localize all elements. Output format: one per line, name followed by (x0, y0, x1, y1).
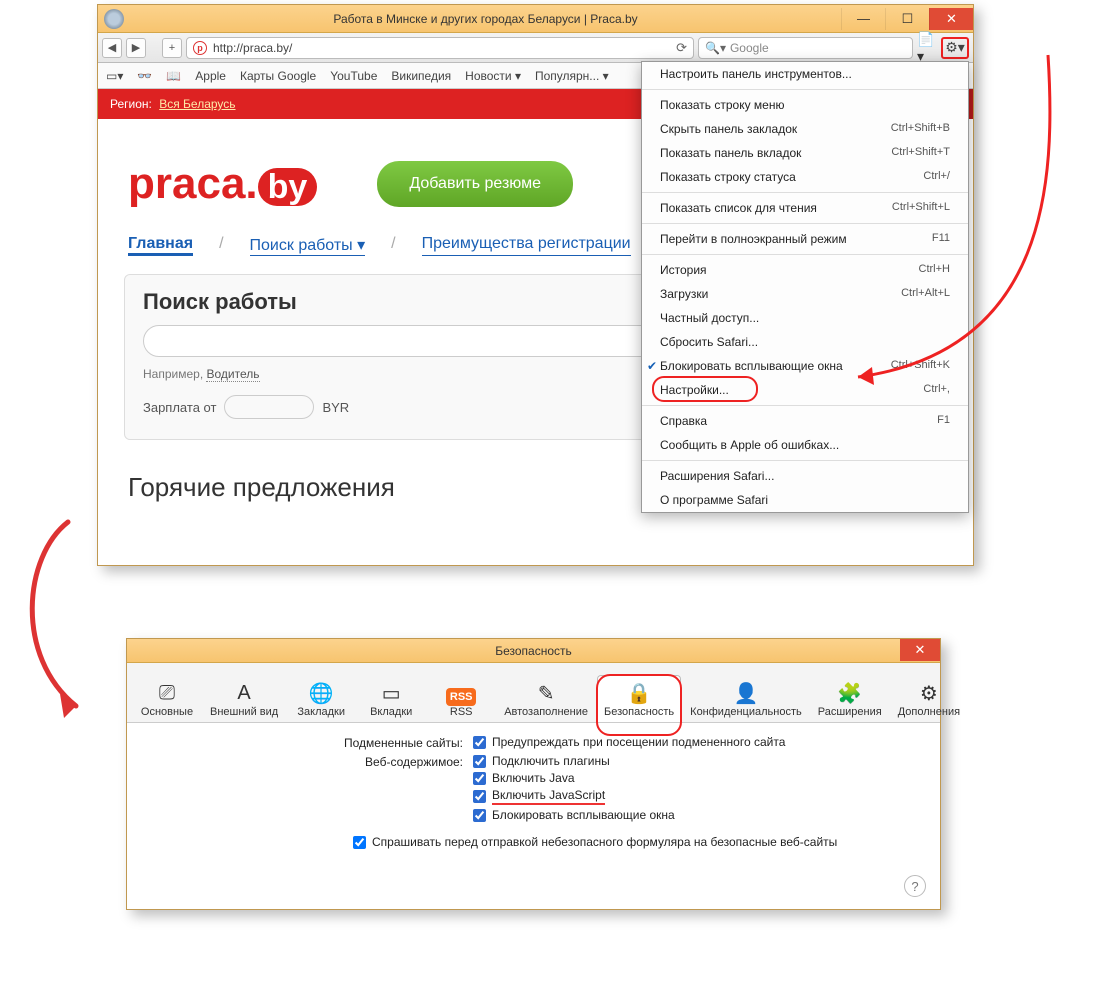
pref-opt-javascript[interactable]: Включить JavaScript (473, 788, 675, 805)
window-controls: — ☐ ✕ (841, 8, 973, 30)
window-close-button[interactable]: ✕ (929, 8, 973, 30)
url-text: http://praca.by/ (213, 41, 292, 55)
example-link[interactable]: Водитель (206, 367, 259, 382)
add-resume-button[interactable]: Добавить резюме (377, 161, 573, 207)
add-bookmark-button[interactable]: + (162, 38, 182, 58)
bookmarks-icon[interactable]: ▭▾ (106, 69, 123, 83)
pref-close-button[interactable]: ✕ (900, 639, 940, 661)
salary-input[interactable] (224, 395, 314, 419)
bookmark-item[interactable]: Apple (195, 69, 226, 83)
nav-main[interactable]: Главная (128, 235, 193, 256)
pref-tab-безопасность[interactable]: 🔒Безопасность (597, 675, 681, 722)
menu-item[interactable]: ✔Блокировать всплывающие окнаCtrl+Shift+… (642, 354, 968, 378)
reading-list-icon[interactable]: 👓 (137, 69, 152, 83)
pref-tab-rss[interactable]: RSSRSS (427, 683, 495, 722)
window-title: Работа в Минске и других городах Беларус… (130, 12, 841, 26)
safari-browser-window: Работа в Минске и других городах Беларус… (97, 4, 974, 566)
browser-toolbar: ◀ ▶ + p http://praca.by/ ⟳ 🔍▾ Google 📄▾ … (98, 33, 973, 63)
salary-label: Зарплата от (143, 400, 216, 415)
pref-label-forged: Подмененные сайты: (153, 735, 473, 750)
pref-titlebar: Безопасность ✕ (127, 639, 940, 663)
search-placeholder: Google (730, 41, 769, 55)
safari-preferences-window: Безопасность ✕ ⎚ОсновныеAВнешний вид🌐Зак… (126, 638, 941, 910)
menu-item[interactable]: ЗагрузкиCtrl+Alt+L (642, 282, 968, 306)
menu-item[interactable]: Скрыть панель закладокCtrl+Shift+B (642, 117, 968, 141)
window-minimize-button[interactable]: — (841, 8, 885, 30)
page-menu-icon[interactable]: 📄▾ (917, 38, 937, 58)
menu-item[interactable]: Настройки...Ctrl+, (642, 378, 968, 402)
site-logo[interactable]: praca.by (128, 159, 317, 209)
menu-item[interactable]: Показать список для чтенияCtrl+Shift+L (642, 196, 968, 220)
pref-label-webcontent: Веб-содержимое: (153, 754, 473, 769)
region-value: Вся Беларусь (159, 97, 235, 111)
menu-item[interactable]: Показать строку статусаCtrl+/ (642, 165, 968, 189)
window-titlebar: Работа в Минске и других городах Беларус… (98, 5, 973, 33)
search-bar[interactable]: 🔍▾ Google (698, 37, 913, 59)
menu-item[interactable]: СправкаF1 (642, 409, 968, 433)
bookmark-item[interactable]: Википедия (391, 69, 451, 83)
address-bar[interactable]: p http://praca.by/ ⟳ (186, 37, 694, 59)
pref-title-text: Безопасность (495, 644, 572, 658)
bookmarks-panel-icon[interactable]: 📖 (166, 69, 181, 83)
nav-search-jobs[interactable]: Поиск работы ▾ (250, 235, 366, 256)
help-button[interactable]: ? (904, 875, 926, 897)
gear-settings-button[interactable]: ⚙▾ (941, 37, 969, 59)
menu-item[interactable]: О программе Safari (642, 488, 968, 512)
gear-dropdown-menu: Настроить панель инструментов... Показать… (641, 61, 969, 513)
bookmark-item[interactable]: Карты Google (240, 69, 316, 83)
menu-item[interactable]: Сбросить Safari... (642, 330, 968, 354)
pref-tab-расширения[interactable]: 🧩Расширения (811, 675, 889, 722)
pref-tab-основные[interactable]: ⎚Основные (133, 675, 201, 722)
pref-tab-конфиденциальность[interactable]: 👤Конфиденциальность (683, 675, 809, 722)
bookmark-item[interactable]: YouTube (330, 69, 377, 83)
pref-opt-warn-forged[interactable]: Предупреждать при посещении подмененного… (473, 735, 785, 749)
pref-tab-закладки[interactable]: 🌐Закладки (287, 675, 355, 722)
pref-tab-дополнения[interactable]: ⚙Дополнения (891, 675, 967, 722)
pref-tab-внешний вид[interactable]: AВнешний вид (203, 675, 285, 722)
menu-item[interactable]: Показать панель вкладокCtrl+Shift+T (642, 141, 968, 165)
reload-icon[interactable]: ⟳ (676, 40, 687, 56)
search-icon: 🔍▾ (705, 41, 726, 55)
salary-currency: BYR (322, 400, 349, 415)
nav-advantages[interactable]: Преимущества регистрации (422, 235, 631, 256)
menu-item[interactable]: Настроить панель инструментов... (642, 62, 968, 86)
menu-item[interactable]: Перейти в полноэкранный режимF11 (642, 227, 968, 251)
pref-opt-ask-before-submit[interactable]: Спрашивать перед отправкой небезопасного… (353, 835, 914, 849)
menu-item[interactable]: ИсторияCtrl+H (642, 258, 968, 282)
pref-opt-plugins[interactable]: Подключить плагины (473, 754, 675, 768)
menu-item[interactable]: Сообщить в Apple об ошибках... (642, 433, 968, 457)
app-icon (104, 9, 124, 29)
pref-opt-block-popups[interactable]: Блокировать всплывающие окна (473, 808, 675, 822)
pref-tabs: ⎚ОсновныеAВнешний вид🌐Закладки▭ВкладкиRS… (127, 663, 940, 723)
site-favicon-icon: p (193, 41, 207, 55)
window-maximize-button[interactable]: ☐ (885, 8, 929, 30)
bookmark-item[interactable]: Новости ▾ (465, 69, 521, 83)
region-label: Регион: (110, 97, 152, 111)
menu-item[interactable]: Расширения Safari... (642, 464, 968, 488)
pref-body: Подмененные сайты: Предупреждать при пос… (127, 723, 940, 861)
back-button[interactable]: ◀ (102, 38, 122, 58)
menu-item[interactable]: Частный доступ... (642, 306, 968, 330)
pref-opt-java[interactable]: Включить Java (473, 771, 675, 785)
forward-button[interactable]: ▶ (126, 38, 146, 58)
pref-tab-автозаполнение[interactable]: ✎Автозаполнение (497, 675, 595, 722)
pref-tab-вкладки[interactable]: ▭Вкладки (357, 675, 425, 722)
menu-item[interactable]: Показать строку меню (642, 93, 968, 117)
region-selector[interactable]: Регион: Вся Беларусь (98, 97, 248, 111)
bookmark-item[interactable]: Популярн... ▾ (535, 69, 609, 83)
